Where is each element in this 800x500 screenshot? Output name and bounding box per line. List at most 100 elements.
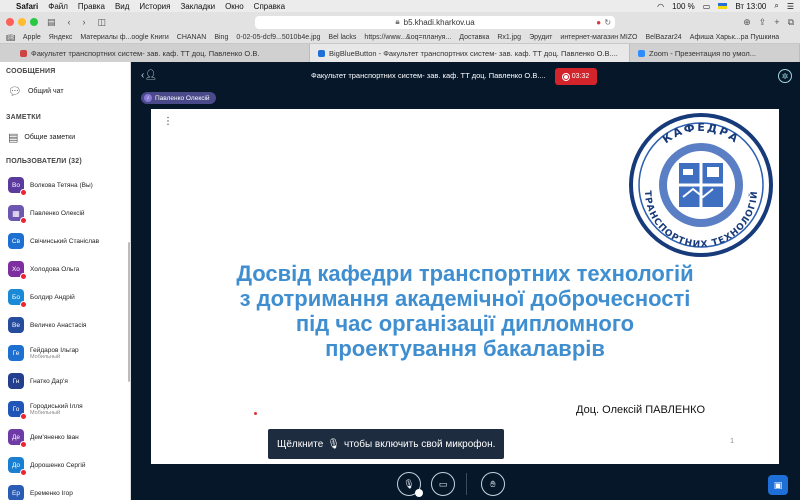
minimize-window-button[interactable] <box>18 18 26 26</box>
user-name: Павленко Олексій <box>30 209 85 217</box>
audio-options-icon[interactable] <box>415 489 423 497</box>
bookmark-item[interactable]: Bing <box>214 34 228 41</box>
address-bar[interactable]: 🔒︎ b5.khadi.kharkov.ua ● ↻ <box>255 15 616 29</box>
bookmark-item[interactable]: https://www...&oq=плануя... <box>364 34 451 41</box>
user-name: Болдир Андрій <box>30 293 75 301</box>
public-chat-label: Общий чат <box>27 88 64 95</box>
user-list-toggle-icon[interactable]: ‹👤︎ <box>141 70 157 81</box>
action-bar: 🎙︎ ▭ ✋︎ ▣ <box>131 467 800 500</box>
share-webcam-button[interactable]: ▭ <box>431 472 455 496</box>
download-icon[interactable]: ⊕ <box>743 17 751 28</box>
bookmark-item[interactable]: Материалы ф...oogle Книги <box>80 34 168 41</box>
user-name: Холодова Ольга <box>30 265 80 273</box>
public-chat-item[interactable]: 💬︎ Общий чат <box>0 79 130 104</box>
user-list-item[interactable]: Св Свічинський Станіслав <box>0 227 130 255</box>
microphone-icon: ♪ <box>144 94 152 102</box>
talking-indicator: ♪ Павленко Олексій <box>141 92 216 104</box>
close-window-button[interactable] <box>6 18 14 26</box>
notes-section-title: ЗАМЕТКИ <box>6 114 41 121</box>
forward-button[interactable]: › <box>80 17 89 27</box>
menu-list-icon[interactable]: ☰ <box>787 2 794 11</box>
raise-hand-button[interactable]: ✋︎ <box>481 472 505 496</box>
avatar: Го <box>8 401 27 420</box>
menu-bookmarks[interactable]: Закладки <box>180 2 215 11</box>
clock[interactable]: Вт 13:00 <box>735 2 766 11</box>
bookmark-icon[interactable]: 📖︎ <box>6 34 15 42</box>
tab-overview-icon[interactable]: ⧉ <box>788 17 794 28</box>
tab-zoom[interactable]: Zoom - Презентация по умол... <box>630 44 800 62</box>
bookmark-item[interactable]: Яндекс <box>49 34 73 41</box>
user-list-item[interactable]: До Дорошенко Сергій <box>0 451 130 479</box>
window-controls <box>6 18 38 26</box>
user-list-panel: СООБЩЕНИЯ 💬︎ Общий чат ЗАМЕТКИ ▤ Общие з… <box>0 62 131 500</box>
menu-file[interactable]: Файл <box>48 2 68 11</box>
avatar: До <box>8 457 27 476</box>
sidebar-toggle-icon[interactable]: ▤ <box>44 17 59 28</box>
user-list-item[interactable]: Гн Гнатко Дар'я <box>0 367 130 395</box>
bookmark-item[interactable]: BelBazar24 <box>646 34 682 41</box>
unmute-button[interactable]: 🎙︎ <box>397 472 423 497</box>
zoom-window-button[interactable] <box>30 18 38 26</box>
recording-time: 03:32 <box>571 73 590 80</box>
battery-icon[interactable]: ▭ <box>703 2 711 11</box>
menu-view[interactable]: Вид <box>115 2 129 11</box>
url-text: b5.khadi.kharkov.ua <box>403 17 475 27</box>
menu-history[interactable]: История <box>139 2 170 11</box>
presentation-options-icon[interactable]: ⋮ <box>163 117 173 127</box>
shared-notes-item[interactable]: ▤ Общие заметки <box>0 125 130 150</box>
presenter-icon: ▦ <box>12 208 20 218</box>
tab-label: Факультет транспортних систем- зав. каф.… <box>31 48 260 58</box>
slide-title-line: проектування бакалаврів <box>325 336 605 361</box>
user-list-item[interactable]: Хо Холодова Ольга <box>0 255 130 283</box>
status-badge <box>20 189 27 196</box>
menu-window[interactable]: Окно <box>225 2 244 11</box>
bookmarks-bar: 📖︎ Apple Яндекс Материалы ф...oogle Книг… <box>0 32 800 44</box>
avatar: Св <box>8 233 24 249</box>
search-icon[interactable]: ⌕ <box>774 1 778 11</box>
menu-app-name[interactable]: Safari <box>16 2 38 11</box>
share-icon[interactable]: ⇪ <box>759 17 767 28</box>
back-button[interactable]: ‹ <box>65 17 74 27</box>
reload-icon[interactable]: ↻ <box>604 18 611 27</box>
user-list-item[interactable]: Ге Гейдаров Ільгар Мобильный <box>0 339 130 367</box>
presentation-toggle-button[interactable]: ▣ <box>768 475 788 495</box>
user-name: Свічинський Станіслав <box>30 237 100 245</box>
bookmark-item[interactable]: интернет-магазин MIZO <box>560 34 637 41</box>
bookmark-item[interactable]: Bel lacks <box>328 34 356 41</box>
user-list-item[interactable]: Ве Величко Анастасія <box>0 311 130 339</box>
bookmark-item[interactable]: Rx1.jpg <box>497 34 521 41</box>
microphone-indicator-icon[interactable]: ● <box>596 18 601 27</box>
user-list-item[interactable]: Де Дем'яненко Іван <box>0 423 130 451</box>
avatar: Гн <box>8 373 24 389</box>
slide-title-line: Досвід кафедри транспортних технологій <box>236 261 694 286</box>
tab-bigbluebutton[interactable]: BigBlueButton - Факультет транспортних с… <box>310 44 630 62</box>
muted-microphone-icon: 🎙︎ <box>403 478 415 489</box>
user-list-item[interactable]: Во Волкова Тетяна (Вы) <box>0 171 130 199</box>
user-name: Гнатко Дар'я <box>30 377 68 385</box>
menu-edit[interactable]: Правка <box>78 2 105 11</box>
sidebar-view-icon[interactable]: ◫ <box>95 17 110 28</box>
user-list-item[interactable]: Ер Еременко Ігор <box>0 479 130 500</box>
wifi-icon[interactable]: ◠ <box>657 2 664 11</box>
battery-percent[interactable]: 100 % <box>672 2 695 11</box>
bookmark-item[interactable]: Эрудит <box>529 34 552 41</box>
bookmark-item[interactable]: Apple <box>23 34 41 41</box>
bookmark-item[interactable]: Доставка <box>459 34 489 41</box>
slide-title-line: під час організації дипломного <box>295 311 635 336</box>
bookmark-item[interactable]: 0-02-05-dcf9...5010b4e.jpg <box>236 34 320 41</box>
tab-faculty[interactable]: Факультет транспортних систем- зав. каф.… <box>0 44 310 62</box>
bookmark-item[interactable]: CHANAN <box>177 34 207 41</box>
new-tab-icon[interactable]: + <box>774 17 779 28</box>
options-icon[interactable]: ✲ <box>778 69 792 83</box>
tab-favicon-icon <box>20 49 27 57</box>
slide-title: Досвід кафедри транспортних технологій з… <box>151 261 779 361</box>
user-list-item[interactable]: ▦ Павленко Олексій <box>0 199 130 227</box>
menu-help[interactable]: Справка <box>254 2 285 11</box>
user-list-item[interactable]: Бо Болдир Андрій <box>0 283 130 311</box>
user-list-item[interactable]: Го Городиський Ілля Мобильный <box>0 395 130 423</box>
flag-icon[interactable] <box>718 3 728 9</box>
bookmark-item[interactable]: Афиша Харьк...ра Пушкина <box>690 34 779 41</box>
user-name: Еременко Ігор <box>30 489 73 497</box>
shared-notes-label: Общие заметки <box>24 134 76 141</box>
recording-timer[interactable]: 03:32 <box>555 68 597 85</box>
